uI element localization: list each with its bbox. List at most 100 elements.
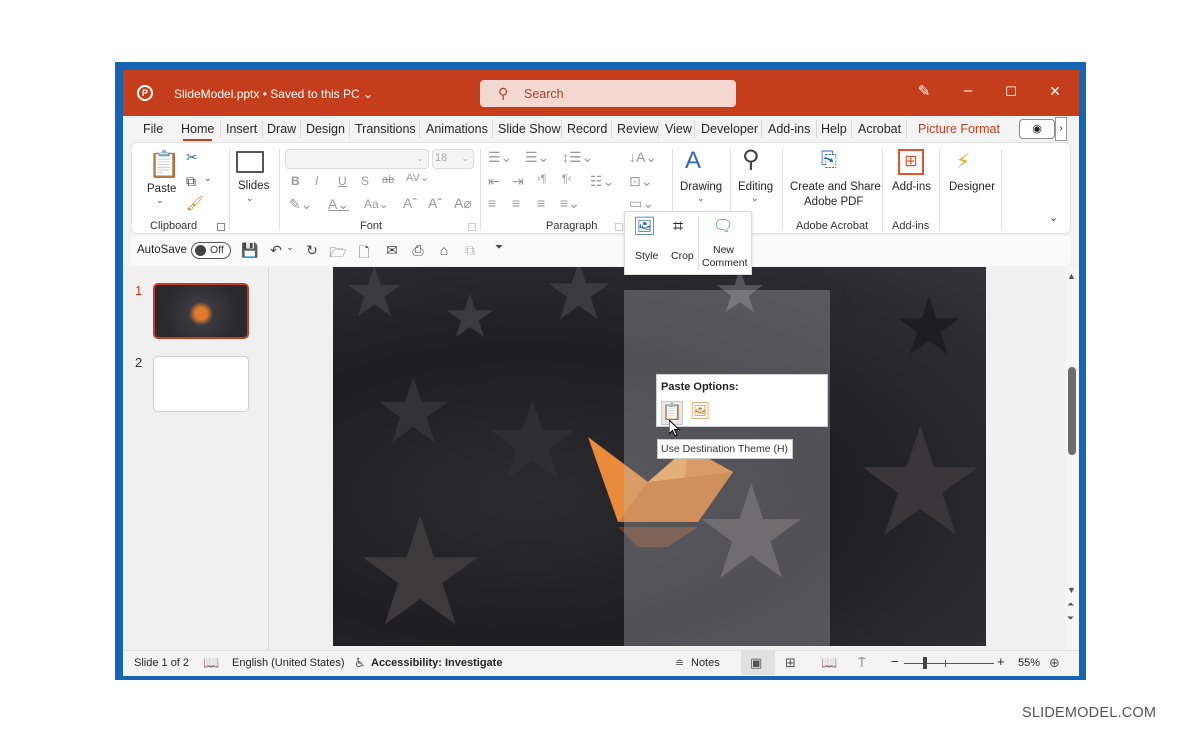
accessibility-status[interactable]: Accessibility: Investigate: [371, 657, 502, 669]
align-text-icon[interactable]: ⊡⌄: [629, 173, 652, 190]
tab-developer[interactable]: Developer: [701, 122, 758, 136]
search-input[interactable]: ⚲ Search: [480, 80, 736, 107]
smartart-icon[interactable]: ▭⌄: [629, 195, 654, 212]
cut-icon[interactable]: ✂: [186, 149, 198, 166]
slide-thumbnail-1[interactable]: [153, 283, 249, 339]
tab-animations[interactable]: Animations: [426, 122, 488, 136]
scroll-down-icon[interactable]: ▼: [1067, 585, 1076, 595]
minimize-button[interactable]: –: [956, 82, 980, 99]
notes-button[interactable]: Notes: [691, 657, 720, 669]
font-name-combo[interactable]: ⌄: [285, 149, 429, 169]
tab-view[interactable]: View: [665, 122, 692, 136]
tab-home[interactable]: Home: [181, 122, 214, 141]
align-left-icon[interactable]: ≡: [488, 195, 496, 211]
format-painter-icon[interactable]: 🖌: [186, 195, 204, 212]
scroll-up-icon[interactable]: ▲: [1067, 271, 1076, 281]
copy-dropdown-icon[interactable]: ⌄: [204, 173, 212, 184]
text-direction-icon[interactable]: ↓A⌄: [629, 149, 657, 166]
record-button[interactable]: ◉: [1019, 119, 1055, 139]
font-size-combo[interactable]: 18 ⌄: [432, 149, 474, 169]
editing-dropdown-icon[interactable]: ⌄: [751, 193, 759, 204]
slides-button[interactable]: Slides: [238, 180, 269, 192]
customize-qat-icon[interactable]: ⏷: [490, 242, 508, 253]
find-icon[interactable]: ⚲: [742, 145, 760, 174]
maximize-button[interactable]: ☐: [999, 84, 1023, 100]
tab-record[interactable]: Record: [567, 122, 607, 136]
pen-icon[interactable]: ✎: [912, 82, 936, 100]
paste-button[interactable]: Paste: [147, 183, 176, 195]
tab-file[interactable]: File: [143, 122, 163, 136]
zoom-out-button[interactable]: −: [891, 654, 899, 669]
paste-as-picture-icon[interactable]: 🖼: [689, 401, 711, 425]
increase-indent-icon[interactable]: ⇥: [512, 173, 524, 190]
numbering-icon[interactable]: ☰⌄: [525, 149, 549, 166]
align-right-icon[interactable]: ≡: [537, 195, 545, 211]
columns-icon[interactable]: ☷⌄: [590, 173, 614, 190]
font-color-icon[interactable]: A⌄: [328, 196, 349, 213]
close-button[interactable]: ✕: [1043, 83, 1067, 100]
slide-sorter-icon[interactable]: ⊞: [785, 655, 796, 671]
ltr-icon[interactable]: ›¶: [537, 173, 547, 185]
document-title[interactable]: SlideModel.pptx • Saved to this PC ⌄: [174, 87, 373, 101]
presentation-icon[interactable]: ⌂: [435, 242, 453, 258]
save-icon[interactable]: 💾: [241, 242, 259, 259]
designer-button[interactable]: Designer: [949, 181, 995, 193]
zoom-level[interactable]: 55%: [1018, 657, 1040, 669]
redo-icon[interactable]: ↻: [303, 242, 321, 259]
create-pdf-icon[interactable]: ⎘: [821, 149, 837, 172]
zoom-slider[interactable]: [904, 663, 994, 664]
more-tabs-arrow-icon[interactable]: ›: [1055, 117, 1067, 141]
vertical-scrollbar[interactable]: ▲ ▼ ⏶ ⏷: [1065, 267, 1079, 650]
zoom-slider-thumb[interactable]: [923, 657, 927, 669]
tab-acrobat[interactable]: Acrobat: [858, 122, 901, 136]
designer-icon[interactable]: ⚡: [956, 149, 970, 174]
add-ins-button[interactable]: Add-ins: [892, 181, 931, 193]
collapse-ribbon-icon[interactable]: ⌄: [1049, 211, 1058, 224]
reading-view-icon[interactable]: 📖: [821, 655, 837, 671]
justify-icon[interactable]: ≡⌄: [560, 195, 580, 212]
new-comment-line2[interactable]: Comment: [702, 257, 748, 269]
duplicate-icon[interactable]: ⧉: [461, 242, 479, 259]
drawing-dropdown-icon[interactable]: ⌄: [697, 193, 705, 204]
new-slide-icon[interactable]: [236, 151, 264, 173]
paste-dropdown-icon[interactable]: ⌄: [156, 195, 164, 206]
drawing-button[interactable]: Drawing: [680, 181, 722, 193]
crop-button[interactable]: Crop: [671, 250, 694, 262]
decrease-font-size-icon[interactable]: Aˇ: [428, 195, 442, 211]
slides-dropdown-icon[interactable]: ⌄: [246, 193, 254, 204]
paragraph-dialog-launcher-icon[interactable]: [615, 223, 623, 231]
tab-help[interactable]: Help: [821, 122, 847, 136]
create-share-pdf-line1[interactable]: Create and Share: [790, 181, 881, 193]
crop-icon[interactable]: ⌗: [673, 216, 683, 237]
line-spacing-icon[interactable]: ↕☰⌄: [562, 149, 593, 166]
next-slide-icon[interactable]: ⏷: [1067, 613, 1074, 624]
bold-icon[interactable]: B: [291, 174, 300, 188]
style-button[interactable]: Style: [635, 250, 658, 262]
open-folder-icon[interactable]: 🗁: [329, 242, 347, 266]
language-status[interactable]: English (United States): [232, 657, 345, 669]
tab-slide-show[interactable]: Slide Show: [498, 122, 561, 136]
new-comment-icon[interactable]: 🗨: [713, 216, 733, 236]
fit-to-window-icon[interactable]: ⊕: [1049, 655, 1060, 671]
change-case-button[interactable]: Aa⌄: [364, 197, 389, 211]
tab-review[interactable]: Review: [617, 122, 658, 136]
tab-transitions[interactable]: Transitions: [355, 122, 416, 136]
print-icon[interactable]: ⎙: [409, 242, 427, 259]
slideshow-icon[interactable]: ⍑: [858, 655, 866, 671]
clipboard-dialog-launcher-icon[interactable]: [217, 223, 225, 231]
rtl-icon[interactable]: ¶‹: [562, 173, 572, 185]
increase-font-size-icon[interactable]: Aˆ: [403, 195, 417, 211]
text-shadow-icon[interactable]: S: [361, 174, 369, 188]
scrollbar-thumb[interactable]: [1068, 367, 1076, 455]
tab-design[interactable]: Design: [306, 122, 345, 136]
align-center-icon[interactable]: ≡: [512, 195, 520, 211]
tab-picture-format[interactable]: Picture Format: [918, 122, 1000, 136]
picture-style-icon[interactable]: 🖼: [633, 216, 656, 237]
tab-add-ins[interactable]: Add-ins: [768, 122, 810, 136]
slide-thumbnail-2[interactable]: [153, 356, 249, 412]
email-icon[interactable]: ✉: [383, 242, 401, 259]
new-comment-line1[interactable]: New: [713, 244, 734, 256]
normal-view-icon[interactable]: ▣: [750, 655, 762, 671]
highlight-color-icon[interactable]: ✎⌄: [289, 196, 312, 213]
clear-formatting-icon[interactable]: A⌀: [454, 195, 472, 212]
